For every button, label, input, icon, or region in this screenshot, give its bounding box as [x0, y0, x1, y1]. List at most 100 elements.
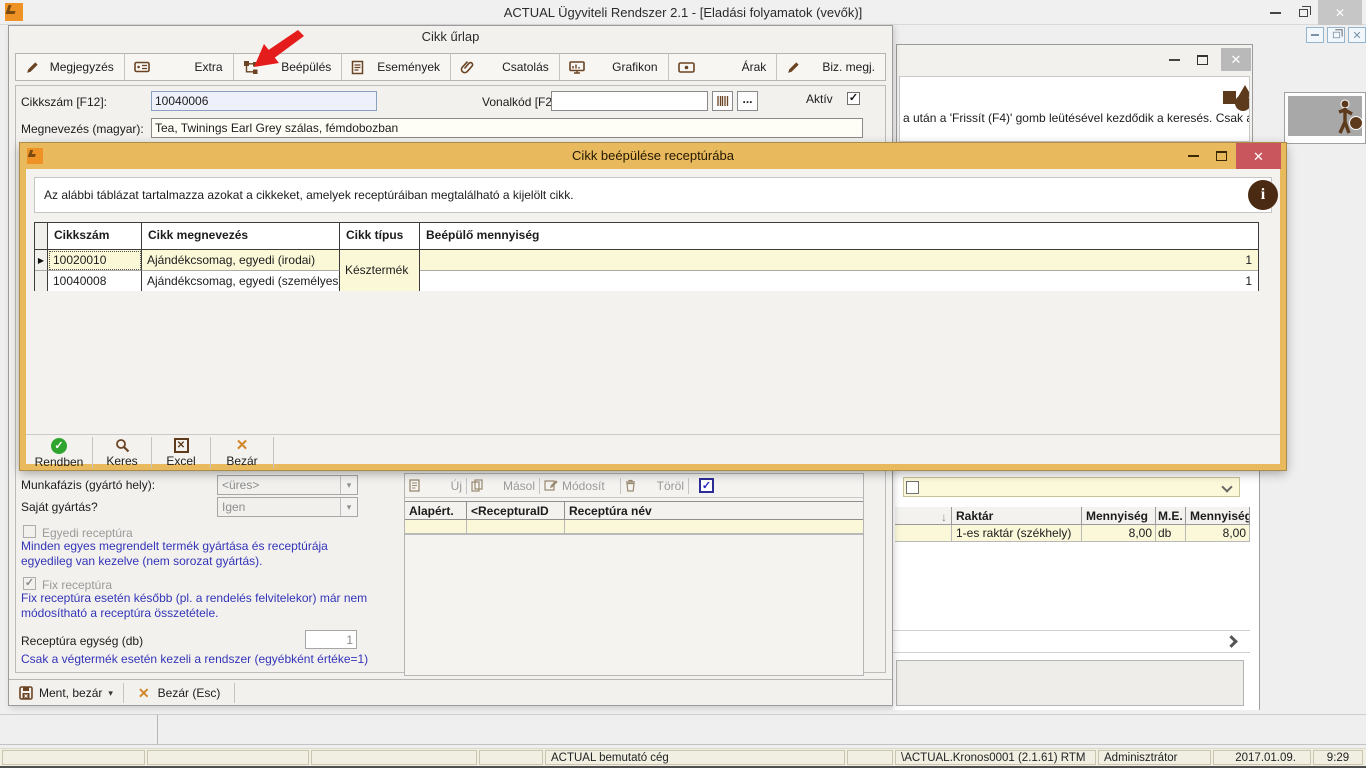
megnevezes-input[interactable]: [151, 118, 863, 138]
minimize-button[interactable]: [1163, 50, 1185, 70]
splitter-handle[interactable]: [157, 715, 158, 744]
pencil-icon: [786, 60, 801, 75]
stock-cell-empty[interactable]: [895, 525, 952, 542]
maximize-button[interactable]: [1191, 50, 1213, 70]
dialog-header-cikkszam[interactable]: Cikkszám: [48, 223, 142, 250]
receptura-header-nev[interactable]: Receptúra név: [565, 502, 863, 520]
toolbar-esemenyek-button[interactable]: Események: [342, 54, 450, 80]
toolbar-arak-button[interactable]: Árak: [669, 54, 777, 80]
stock-table-row[interactable]: 1-es raktár (székhely) 8,00 db 8,00: [895, 525, 1250, 542]
modosit-button: Módosít: [562, 479, 616, 493]
keres-button[interactable]: Keres: [93, 435, 151, 471]
dialog-minimize-button[interactable]: [1182, 146, 1204, 166]
mdi-child-controls: ✕: [1306, 27, 1366, 43]
beepules-dialog: Cikk beépülése receptúrába ✕ Az alábbi t…: [20, 143, 1286, 470]
toolbar-extra-button[interactable]: Extra: [125, 54, 233, 80]
dialog-header-megnevezes[interactable]: Cikk megnevezés: [142, 223, 340, 250]
stock-cell-mennyiseg2[interactable]: 8,00: [1186, 525, 1250, 542]
dialog-button-bar: ✓ Rendben Keres ✕ Excel ✕ Bezár: [26, 434, 1280, 470]
barcode-button[interactable]: [712, 91, 733, 111]
excel-icon: ✕: [174, 438, 189, 453]
excel-button[interactable]: ✕ Excel: [152, 435, 210, 471]
ok-check-icon: ✓: [51, 438, 67, 454]
minimize-icon: [1311, 34, 1319, 36]
statusbar: ACTUAL bemutató cég \ACTUAL.Kronos0001 (…: [0, 748, 1366, 766]
search-window-body: a után a 'Frissít (F4)' gomb leütésével …: [899, 76, 1250, 142]
close-button[interactable]: ✕: [1318, 0, 1362, 25]
chevron-down-icon[interactable]: [1221, 481, 1232, 492]
trash-icon: [625, 479, 636, 492]
stock-sort-header[interactable]: ↓: [895, 507, 952, 525]
status-cell-empty: [311, 750, 477, 765]
status-server: \ACTUAL.Kronos0001 (2.1.61) RTM: [895, 750, 1096, 765]
receptura-toolbar: Új Másol Módosít Töröl ✓: [405, 474, 863, 498]
aktiv-checkbox[interactable]: ✓: [847, 92, 860, 105]
receptura-egyseg-input[interactable]: [305, 630, 357, 649]
mdi-restore-button[interactable]: [1327, 27, 1345, 43]
status-date: 2017.01.09.: [1213, 750, 1311, 765]
stock-header-me[interactable]: M.E.: [1156, 507, 1186, 525]
dialog-close-button[interactable]: ✕: [1236, 143, 1281, 169]
barcode-icon: [717, 95, 729, 107]
close-x-icon: ✕: [236, 439, 249, 453]
dialog-header-tipus[interactable]: Cikk típus: [340, 223, 420, 250]
sort-down-icon: ↓: [941, 510, 947, 524]
dialog-cell-megnevezes[interactable]: Ajándékcsomag, egyedi (irodai): [142, 250, 340, 271]
cikkszam-input[interactable]: [151, 91, 377, 111]
receptura-table-empty-row[interactable]: [405, 520, 863, 535]
dialog-cell-mennyiseg[interactable]: 1: [420, 250, 1258, 271]
toolbar-csatolas-button[interactable]: Csatolás: [451, 54, 559, 80]
egyedi-receptura-label: Egyedi receptúra: [42, 526, 133, 540]
stock-cell-raktar[interactable]: 1-es raktár (székhely): [952, 525, 1082, 542]
receptura-filter-checkbox[interactable]: ✓: [699, 478, 714, 493]
receptura-header-id[interactable]: <RecepturaID: [467, 502, 565, 520]
expander-row[interactable]: [893, 630, 1250, 653]
dialog-cell-cikkszam[interactable]: 10020010: [48, 250, 142, 271]
dialog-maximize-button[interactable]: [1210, 146, 1232, 166]
mdi-close-button[interactable]: ✕: [1348, 27, 1366, 43]
cikk-toolbar: Megjegyzés Extra Beépülés Események Csat…: [15, 53, 886, 81]
dialog-header-mennyiseg[interactable]: Beépülő mennyiség: [420, 223, 1258, 250]
munkafazis-combo: <üres> ▾: [217, 475, 358, 495]
toolbar-megjegyzes-button[interactable]: Megjegyzés: [16, 54, 124, 80]
restore-button[interactable]: [1290, 0, 1316, 25]
stock-header-raktar[interactable]: Raktár: [952, 507, 1082, 525]
dialog-cell-mennyiseg[interactable]: 1: [420, 271, 1258, 291]
save-icon: [19, 686, 33, 700]
vonalkod-browse-button[interactable]: ...: [737, 91, 758, 111]
stock-cell-me[interactable]: db: [1156, 525, 1186, 542]
close-icon: ✕: [1231, 53, 1242, 66]
receptura-header-alapert[interactable]: Alapért.: [405, 502, 467, 520]
toolbar-grafikon-button[interactable]: Grafikon: [560, 54, 668, 80]
cikk-window-title: Cikk űrlap: [9, 29, 892, 49]
fix-receptura-label: Fix receptúra: [42, 578, 112, 592]
close-icon: ✕: [1335, 7, 1345, 19]
stock-header-mennyiseg[interactable]: Mennyiség: [1082, 507, 1156, 525]
toolbar-bizmegj-button[interactable]: Biz. megj.: [777, 54, 885, 80]
fix-receptura-checkbox: ✓: [23, 577, 36, 590]
bezar-button[interactable]: ✕ Bezár: [211, 435, 273, 471]
stock-header-mennyiseg2[interactable]: Mennyiség: [1186, 507, 1250, 525]
ment-bezar-button[interactable]: Ment, bezár ▾: [9, 680, 123, 706]
rendben-button[interactable]: ✓ Rendben: [26, 435, 92, 471]
dialog-cell-megnevezes[interactable]: Ajándékcsomag, egyedi (személyes): [142, 271, 340, 291]
dialog-cell-tipus-merged[interactable]: Késztermék: [340, 250, 420, 291]
mdi-minimize-button[interactable]: [1306, 27, 1324, 43]
right-footer-panel: [896, 660, 1244, 706]
chevron-right-icon: [1225, 635, 1238, 648]
cikkszam-label: Cikkszám [F12]:: [21, 95, 107, 109]
bezar-esc-button[interactable]: ✕ Bezár (Esc): [124, 680, 234, 706]
status-cell-empty: [847, 750, 893, 765]
splitter-line: [0, 714, 1366, 715]
filter-checkbox[interactable]: [906, 481, 919, 494]
splitter-line-2: [0, 744, 1366, 745]
vonalkod-input[interactable]: [551, 91, 708, 111]
dialog-info-box: Az alábbi táblázat tartalmazza azokat a …: [34, 177, 1272, 213]
dialog-cell-cikkszam[interactable]: 10040008: [48, 271, 142, 291]
munkafazis-value: <üres>: [218, 478, 340, 492]
close-button[interactable]: ✕: [1221, 48, 1251, 71]
filter-combo[interactable]: [903, 477, 1240, 497]
stock-cell-mennyiseg[interactable]: 8,00: [1082, 525, 1156, 542]
monitor-icon: [569, 60, 585, 75]
minimize-button[interactable]: [1262, 0, 1288, 25]
